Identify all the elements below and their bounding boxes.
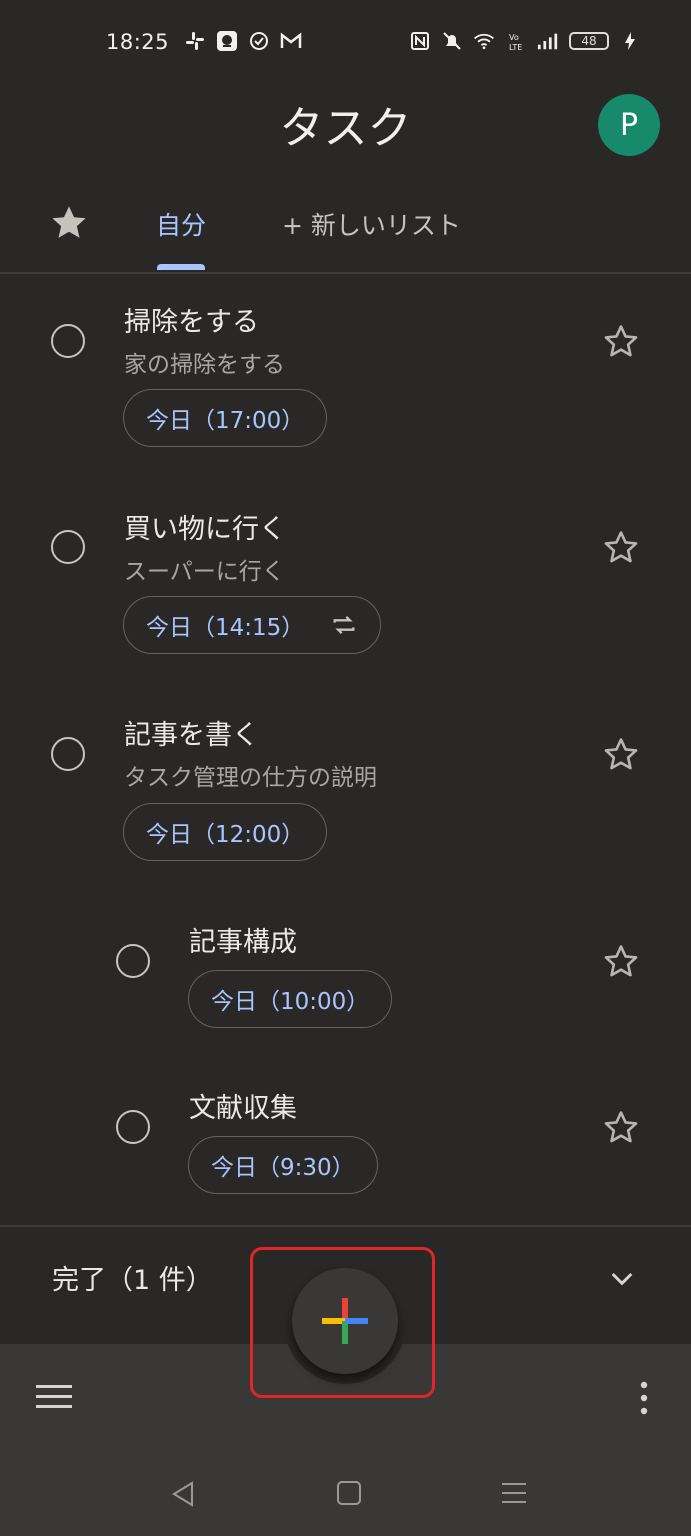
nav-recents-button[interactable] — [500, 1478, 528, 1508]
due-date-chip[interactable]: 今日（14:15） — [123, 596, 382, 654]
gmail-icon — [280, 30, 302, 52]
mute-icon — [441, 30, 463, 52]
nfc-icon — [409, 30, 431, 52]
back-triangle-icon — [172, 1481, 193, 1507]
task-title: 文献収集 — [189, 1093, 297, 1124]
due-date-label: 今日（17:00） — [146, 408, 305, 434]
task-title: 記事構成 — [189, 927, 297, 958]
star-button[interactable] — [600, 527, 642, 569]
due-date-chip[interactable]: 今日（9:30） — [188, 1136, 378, 1194]
tab-indicator — [157, 264, 205, 270]
star-button[interactable] — [600, 941, 642, 983]
new-list-button[interactable]: + 新しいリスト — [282, 206, 461, 242]
status-bar: 18:25 Vo LTE 48 — [0, 0, 691, 90]
tab-my-tasks[interactable]: 自分 — [156, 206, 206, 242]
app-icon — [216, 30, 238, 52]
signal-icon — [537, 30, 559, 52]
task-description: 家の掃除をする — [124, 352, 285, 378]
star-outline-icon — [604, 1111, 638, 1143]
home-square-icon — [337, 1481, 361, 1505]
task-description: スーパーに行く — [124, 559, 285, 585]
check-circle-icon — [248, 30, 270, 52]
task-title: 買い物に行く — [124, 514, 286, 545]
complete-checkbox[interactable] — [51, 530, 85, 564]
complete-checkbox[interactable] — [116, 944, 150, 978]
wifi-icon — [473, 30, 495, 52]
system-icons: Vo LTE 48 — [409, 30, 641, 52]
list-tabs: 自分 + 新しいリスト — [0, 190, 691, 274]
due-date-chip[interactable]: 今日（10:00） — [188, 970, 393, 1028]
completed-section-header[interactable]: 完了（1 件） — [52, 1258, 213, 1297]
svg-text:Vo: Vo — [509, 33, 519, 42]
due-date-label: 今日（10:00） — [211, 989, 370, 1015]
svg-text:LTE: LTE — [509, 43, 522, 52]
tab-starred[interactable] — [48, 202, 90, 244]
star-outline-icon — [604, 531, 638, 563]
star-button[interactable] — [600, 1107, 642, 1149]
more-vert-icon — [640, 1381, 648, 1415]
status-time: 18:25 — [106, 30, 170, 54]
repeat-icon — [333, 616, 355, 634]
volte-icon: Vo LTE — [505, 30, 527, 52]
divider — [0, 1225, 691, 1227]
page-title: タスク — [279, 103, 412, 154]
complete-checkbox[interactable] — [51, 737, 85, 771]
star-outline-icon — [604, 945, 638, 977]
due-date-chip[interactable]: 今日（17:00） — [123, 389, 328, 447]
due-date-label: 今日（12:00） — [146, 822, 305, 848]
battery-icon: 48 — [569, 32, 609, 50]
notification-icons — [184, 30, 302, 52]
star-outline-icon — [604, 325, 638, 357]
charging-icon — [619, 30, 641, 52]
expand-completed-button[interactable] — [606, 1262, 638, 1294]
nav-home-button[interactable] — [334, 1478, 364, 1508]
chevron-down-icon — [611, 1272, 633, 1286]
hamburger-menu-icon — [36, 1385, 72, 1408]
due-date-label: 今日（9:30） — [211, 1155, 355, 1181]
recents-icon — [502, 1483, 526, 1503]
due-date-chip[interactable]: 今日（12:00） — [123, 803, 328, 861]
highlight-box — [250, 1247, 435, 1398]
star-button[interactable] — [600, 321, 642, 363]
complete-checkbox[interactable] — [51, 324, 85, 358]
task-title: 記事を書く — [124, 720, 259, 751]
due-date-label: 今日（14:15） — [146, 615, 305, 641]
task-title: 掃除をする — [124, 307, 259, 338]
slack-icon — [184, 30, 206, 52]
more-options-button[interactable] — [628, 1378, 660, 1418]
star-outline-icon — [604, 738, 638, 770]
avatar[interactable]: P — [598, 94, 660, 156]
complete-checkbox[interactable] — [116, 1110, 150, 1144]
task-description: タスク管理の仕方の説明 — [124, 765, 377, 791]
nav-back-button[interactable] — [168, 1478, 200, 1510]
star-icon — [52, 206, 86, 238]
star-button[interactable] — [600, 734, 642, 776]
menu-button[interactable] — [36, 1382, 72, 1412]
